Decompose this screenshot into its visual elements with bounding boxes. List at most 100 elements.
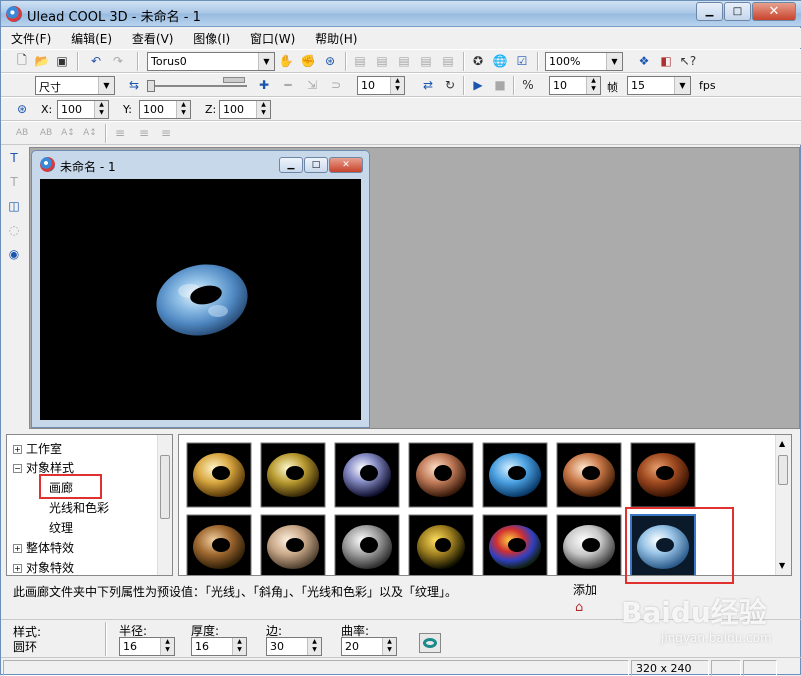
edge-spinner[interactable]: 30 ▲ ▼ [266,637,322,656]
slider-handle[interactable] [147,80,155,92]
gallery-scrollbar[interactable]: ▲ ▼ [775,435,791,575]
new-file-icon[interactable]: 🗋 [13,52,31,70]
menu-file[interactable]: 文件(F) [1,28,57,47]
gallery-scrollbar-thumb[interactable] [778,455,788,485]
save-file-icon[interactable]: ▣ [53,52,71,70]
fps-select[interactable]: 15 ▼ [627,76,691,95]
remove-keyframe-icon[interactable]: ━ [279,76,297,94]
gallery-thumb-4[interactable] [408,442,474,508]
gallery-thumb-13[interactable] [556,514,622,575]
undo-icon[interactable]: ↶ [87,52,105,70]
open-file-icon[interactable]: 📂 [33,52,51,70]
x-spinner[interactable]: 100 ▲ ▼ [57,100,109,119]
char-spacing-icon[interactable]: AB [13,124,31,142]
layer-group-icon[interactable]: ▤ [439,52,457,70]
collapse-icon[interactable]: − [13,464,22,473]
effects-icon[interactable]: ✪ [469,52,487,70]
size-select[interactable]: 尺寸 ▼ [35,76,115,95]
add-keyframe-icon[interactable]: ✚ [255,76,273,94]
expand-icon[interactable]: + [13,445,22,454]
line-spacing-narrow-icon[interactable]: A↕ [81,124,99,142]
gallery-thumb-6[interactable] [556,442,622,508]
zoom-select[interactable]: 100% ▼ [545,52,623,71]
close-button[interactable]: ✕ [752,2,796,21]
tree-item-light-color[interactable]: 光线和色彩 [49,499,109,516]
loop-icon[interactable]: ⇄ [419,76,437,94]
insert-text-icon[interactable]: T [5,149,23,167]
frame-number-spinner[interactable]: 10 ▲ ▼ [357,76,405,95]
y-spinner[interactable]: 100 ▲ ▼ [139,100,191,119]
align-right-icon[interactable]: ≡ [157,124,175,142]
tree-item-studio[interactable]: + 工作室 [13,440,62,457]
thickness-spinner[interactable]: 16 ▲ ▼ [191,637,247,656]
tree-item-texture[interactable]: 纹理 [49,519,73,536]
doc-maximize-button[interactable]: □ [304,157,328,173]
context-help-icon[interactable]: ↖? [679,52,697,70]
move-object-icon[interactable]: ⊛ [13,100,31,118]
scroll-down-icon[interactable]: ▼ [779,561,785,570]
menu-edit[interactable]: 编辑(E) [61,28,118,47]
gallery-thumb-10[interactable] [334,514,400,575]
add-to-gallery[interactable]: 添加 ⌂ [573,581,597,616]
layer-front-icon[interactable]: ▤ [351,52,369,70]
rotate-hand-icon[interactable]: ✊ [299,52,317,70]
gallery-thumb-2[interactable] [260,442,326,508]
image-options-icon[interactable]: ◧ [657,52,675,70]
graph-icon[interactable]: ☑ [513,52,531,70]
redo-icon[interactable]: ↷ [109,52,127,70]
menu-image[interactable]: 图像(I) [183,28,236,47]
expand-icon[interactable]: + [13,564,22,573]
wizard-icon[interactable]: ❖ [635,52,653,70]
tree-scrollbar[interactable] [157,435,172,575]
tree-item-object-effects[interactable]: + 对象特效 [13,559,74,576]
menu-help[interactable]: 帮助(H) [305,28,363,47]
line-spacing-icon[interactable]: A↕ [59,124,77,142]
pan-hand-icon[interactable]: ✋ [277,52,295,70]
frames-spinner[interactable]: 10 ▲ ▼ [549,76,601,95]
gallery-thumb-5[interactable] [482,442,548,508]
align-left-icon[interactable]: ≡ [111,124,129,142]
edit-text-icon[interactable]: T [5,173,23,191]
maximize-button[interactable]: □ [724,2,751,21]
menu-window[interactable]: 窗口(W) [240,28,301,47]
keyframe-arrows-icon[interactable]: ⇆ [125,76,143,94]
gallery-thumb-12[interactable] [482,514,548,575]
gallery-thumb-7[interactable] [630,442,696,508]
layer-backward-icon[interactable]: ▤ [395,52,413,70]
doc-close-button[interactable]: ✕ [329,157,363,173]
torus-shape-icon[interactable] [419,633,441,653]
scroll-up-icon[interactable]: ▲ [779,439,785,448]
layer-back-icon[interactable]: ▤ [417,52,435,70]
gallery-thumb-11[interactable] [408,514,474,575]
render-canvas[interactable] [40,179,361,420]
curvature-spinner[interactable]: 20 ▲ ▼ [341,637,397,656]
gallery-thumb-8[interactable] [186,514,252,575]
move-keyframe-icon[interactable]: ⇲ [303,76,321,94]
reverse-icon[interactable]: ⊃ [327,76,345,94]
layer-forward-icon[interactable]: ▤ [373,52,391,70]
insert-shape-icon[interactable]: ◉ [5,245,23,263]
globe-icon[interactable]: 🌐 [491,52,509,70]
gallery-thumb-9[interactable] [260,514,326,575]
stop-icon[interactable]: ■ [491,76,509,94]
edit-object-icon[interactable]: ◌ [5,221,23,239]
z-spinner[interactable]: 100 ▲ ▼ [219,100,271,119]
select-object-icon[interactable]: ⊛ [321,52,339,70]
object-select[interactable]: Torus0 ▼ [147,52,275,71]
minimize-button[interactable]: ▁ [696,2,723,21]
char-spacing-narrow-icon[interactable]: AB [37,124,55,142]
gallery-thumb-1[interactable] [186,442,252,508]
align-center-icon[interactable]: ≡ [135,124,153,142]
play-icon[interactable]: ▶ [469,76,487,94]
radius-spinner[interactable]: 16 ▲ ▼ [119,637,175,656]
gallery-thumb-3[interactable] [334,442,400,508]
tree-scrollbar-thumb[interactable] [160,455,170,519]
insert-geometric-object-icon[interactable]: ◫ [5,197,23,215]
timeline-slider[interactable] [147,77,251,92]
menu-view[interactable]: 查看(V) [122,28,180,47]
add-house-icon[interactable]: ⌂ [575,600,593,616]
expand-icon[interactable]: + [13,544,22,553]
cycle-icon[interactable]: ↻ [441,76,459,94]
doc-minimize-button[interactable]: ▁ [279,157,303,173]
percent-icon[interactable]: % [519,76,537,94]
